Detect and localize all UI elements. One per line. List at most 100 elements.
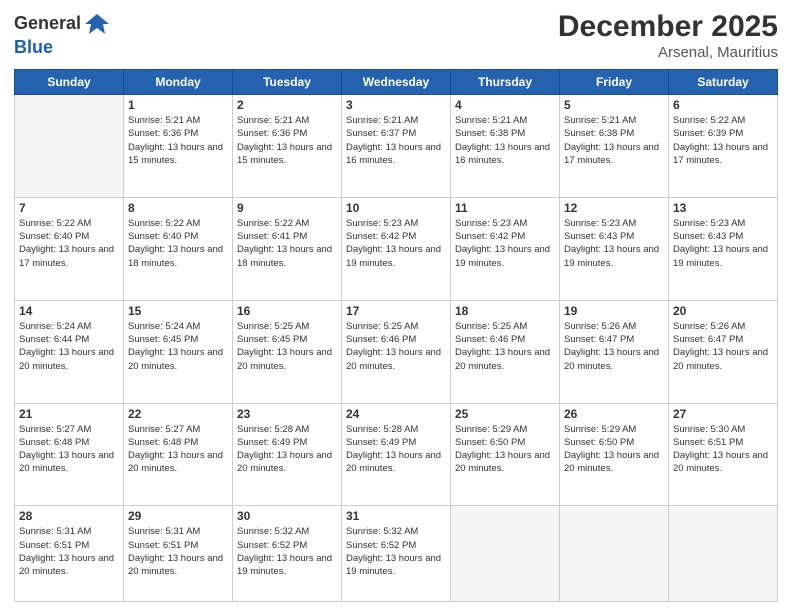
- calendar-cell: 6 Sunrise: 5:22 AMSunset: 6:39 PMDaylight…: [669, 95, 778, 198]
- day-number: 15: [128, 304, 228, 318]
- weekday-header-row: SundayMondayTuesdayWednesdayThursdayFrid…: [15, 70, 778, 95]
- day-number: 18: [455, 304, 555, 318]
- day-info: Sunrise: 5:31 AMSunset: 6:51 PMDaylight:…: [128, 525, 228, 578]
- calendar-table: SundayMondayTuesdayWednesdayThursdayFrid…: [14, 69, 778, 602]
- day-info: Sunrise: 5:25 AMSunset: 6:45 PMDaylight:…: [237, 320, 337, 373]
- calendar-cell: 27 Sunrise: 5:30 AMSunset: 6:51 PMDayligh…: [669, 403, 778, 506]
- calendar-cell: 18Sunrise: 5:25 AMSunset: 6:46 PMDayligh…: [451, 300, 560, 403]
- day-info: Sunrise: 5:24 AMSunset: 6:44 PMDaylight:…: [19, 320, 119, 373]
- calendar-cell: 25Sunrise: 5:29 AMSunset: 6:50 PMDayligh…: [451, 403, 560, 506]
- calendar-cell: 13 Sunrise: 5:23 AMSunset: 6:43 PMDayligh…: [669, 197, 778, 300]
- calendar-week-row: 14 Sunrise: 5:24 AMSunset: 6:44 PMDayligh…: [15, 300, 778, 403]
- day-number: 6: [673, 98, 773, 112]
- day-info: Sunrise: 5:23 AMSunset: 6:43 PMDaylight:…: [564, 217, 664, 270]
- day-info: Sunrise: 5:25 AMSunset: 6:46 PMDaylight:…: [346, 320, 446, 373]
- calendar-cell: 30 Sunrise: 5:32 AMSunset: 6:52 PMDayligh…: [233, 506, 342, 602]
- day-number: 31: [346, 509, 446, 523]
- calendar-cell: 2Sunrise: 5:21 AMSunset: 6:36 PMDaylight…: [233, 95, 342, 198]
- calendar-week-row: 1 Sunrise: 5:21 AMSunset: 6:36 PMDaylight…: [15, 95, 778, 198]
- calendar-cell: 1 Sunrise: 5:21 AMSunset: 6:36 PMDaylight…: [124, 95, 233, 198]
- title-block: December 2025 Arsenal, Mauritius: [558, 10, 778, 61]
- calendar-cell: 10 Sunrise: 5:23 AMSunset: 6:42 PMDayligh…: [342, 197, 451, 300]
- day-info: Sunrise: 5:22 AMSunset: 6:40 PMDaylight:…: [128, 217, 228, 270]
- day-number: 25: [455, 407, 555, 421]
- location: Arsenal, Mauritius: [558, 44, 778, 61]
- day-number: 8: [128, 201, 228, 215]
- day-number: 5: [564, 98, 664, 112]
- day-number: 26: [564, 407, 664, 421]
- header: General Blue December 2025 Arsenal, Maur…: [14, 10, 778, 61]
- logo-blue: Blue: [14, 38, 111, 58]
- day-number: 27: [673, 407, 773, 421]
- calendar-cell: [451, 506, 560, 602]
- day-number: 30: [237, 509, 337, 523]
- day-info: Sunrise: 5:21 AMSunset: 6:36 PMDaylight:…: [128, 114, 228, 167]
- day-info: Sunrise: 5:23 AMSunset: 6:43 PMDaylight:…: [673, 217, 773, 270]
- day-info: Sunrise: 5:30 AMSunset: 6:51 PMDaylight:…: [673, 423, 773, 476]
- day-number: 13: [673, 201, 773, 215]
- day-number: 2: [237, 98, 337, 112]
- day-info: Sunrise: 5:23 AMSunset: 6:42 PMDaylight:…: [346, 217, 446, 270]
- month-year: December 2025: [558, 10, 778, 44]
- calendar-cell: [560, 506, 669, 602]
- day-info: Sunrise: 5:27 AMSunset: 6:48 PMDaylight:…: [19, 423, 119, 476]
- day-info: Sunrise: 5:22 AMSunset: 6:41 PMDaylight:…: [237, 217, 337, 270]
- calendar-cell: 4 Sunrise: 5:21 AMSunset: 6:38 PMDaylight…: [451, 95, 560, 198]
- day-info: Sunrise: 5:22 AMSunset: 6:39 PMDaylight:…: [673, 114, 773, 167]
- day-number: 7: [19, 201, 119, 215]
- calendar-cell: 14 Sunrise: 5:24 AMSunset: 6:44 PMDayligh…: [15, 300, 124, 403]
- calendar-week-row: 7 Sunrise: 5:22 AMSunset: 6:40 PMDaylight…: [15, 197, 778, 300]
- calendar-cell: 29Sunrise: 5:31 AMSunset: 6:51 PMDayligh…: [124, 506, 233, 602]
- day-number: 12: [564, 201, 664, 215]
- calendar-cell: [669, 506, 778, 602]
- page: General Blue December 2025 Arsenal, Maur…: [0, 0, 792, 612]
- day-info: Sunrise: 5:32 AMSunset: 6:52 PMDaylight:…: [346, 525, 446, 578]
- calendar-cell: 12 Sunrise: 5:23 AMSunset: 6:43 PMDayligh…: [560, 197, 669, 300]
- calendar-cell: 22 Sunrise: 5:27 AMSunset: 6:48 PMDayligh…: [124, 403, 233, 506]
- day-number: 1: [128, 98, 228, 112]
- day-info: Sunrise: 5:21 AMSunset: 6:38 PMDaylight:…: [455, 114, 555, 167]
- calendar-cell: 7 Sunrise: 5:22 AMSunset: 6:40 PMDaylight…: [15, 197, 124, 300]
- day-info: Sunrise: 5:21 AMSunset: 6:38 PMDaylight:…: [564, 114, 664, 167]
- calendar-cell: 31 Sunrise: 5:32 AMSunset: 6:52 PMDayligh…: [342, 506, 451, 602]
- weekday-header: Wednesday: [342, 70, 451, 95]
- calendar-cell: 11Sunrise: 5:23 AMSunset: 6:42 PMDayligh…: [451, 197, 560, 300]
- day-info: Sunrise: 5:29 AMSunset: 6:50 PMDaylight:…: [564, 423, 664, 476]
- day-number: 4: [455, 98, 555, 112]
- calendar-cell: 16 Sunrise: 5:25 AMSunset: 6:45 PMDayligh…: [233, 300, 342, 403]
- weekday-header: Sunday: [15, 70, 124, 95]
- day-number: 21: [19, 407, 119, 421]
- weekday-header: Friday: [560, 70, 669, 95]
- logo: General Blue: [14, 10, 111, 58]
- day-number: 19: [564, 304, 664, 318]
- day-info: Sunrise: 5:21 AMSunset: 6:37 PMDaylight:…: [346, 114, 446, 167]
- day-number: 23: [237, 407, 337, 421]
- calendar-cell: 9Sunrise: 5:22 AMSunset: 6:41 PMDaylight…: [233, 197, 342, 300]
- calendar-cell: 17 Sunrise: 5:25 AMSunset: 6:46 PMDayligh…: [342, 300, 451, 403]
- calendar-cell: 20Sunrise: 5:26 AMSunset: 6:47 PMDayligh…: [669, 300, 778, 403]
- calendar-cell: 23Sunrise: 5:28 AMSunset: 6:49 PMDayligh…: [233, 403, 342, 506]
- weekday-header: Thursday: [451, 70, 560, 95]
- calendar-cell: 28 Sunrise: 5:31 AMSunset: 6:51 PMDayligh…: [15, 506, 124, 602]
- calendar-cell: 24 Sunrise: 5:28 AMSunset: 6:49 PMDayligh…: [342, 403, 451, 506]
- day-number: 24: [346, 407, 446, 421]
- calendar-week-row: 21 Sunrise: 5:27 AMSunset: 6:48 PMDayligh…: [15, 403, 778, 506]
- day-info: Sunrise: 5:31 AMSunset: 6:51 PMDaylight:…: [19, 525, 119, 578]
- calendar-cell: 8 Sunrise: 5:22 AMSunset: 6:40 PMDaylight…: [124, 197, 233, 300]
- day-info: Sunrise: 5:28 AMSunset: 6:49 PMDaylight:…: [346, 423, 446, 476]
- day-info: Sunrise: 5:22 AMSunset: 6:40 PMDaylight:…: [19, 217, 119, 270]
- day-number: 22: [128, 407, 228, 421]
- calendar-cell: [15, 95, 124, 198]
- day-info: Sunrise: 5:27 AMSunset: 6:48 PMDaylight:…: [128, 423, 228, 476]
- day-number: 11: [455, 201, 555, 215]
- day-number: 10: [346, 201, 446, 215]
- day-info: Sunrise: 5:32 AMSunset: 6:52 PMDaylight:…: [237, 525, 337, 578]
- calendar-cell: 26 Sunrise: 5:29 AMSunset: 6:50 PMDayligh…: [560, 403, 669, 506]
- day-number: 28: [19, 509, 119, 523]
- day-number: 17: [346, 304, 446, 318]
- day-number: 16: [237, 304, 337, 318]
- weekday-header: Monday: [124, 70, 233, 95]
- day-number: 14: [19, 304, 119, 318]
- logo-general: General: [14, 10, 111, 38]
- calendar-cell: 19Sunrise: 5:26 AMSunset: 6:47 PMDayligh…: [560, 300, 669, 403]
